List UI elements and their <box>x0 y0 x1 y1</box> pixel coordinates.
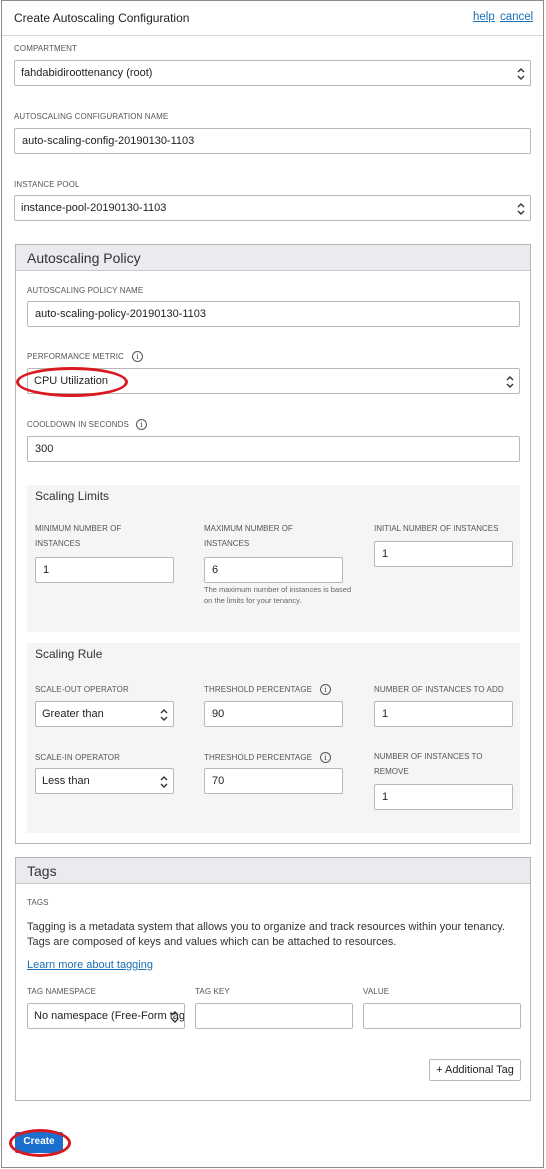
additional-tag-button[interactable]: + Additional Tag <box>429 1059 521 1081</box>
initial-instances-input[interactable]: 1 <box>374 541 513 567</box>
min-instances-label: MINIMUM NUMBER OF INSTANCES <box>35 524 122 548</box>
tags-panel: Tags TAGS Tagging is a metadata system t… <box>15 857 531 1101</box>
threshold-out-label: THRESHOLD PERCENTAGE <box>204 685 313 694</box>
scale-out-operator-select[interactable]: Greater than <box>35 701 174 727</box>
compartment-value: fahdabidiroottenancy (root) <box>21 67 153 79</box>
info-icon[interactable]: i <box>132 351 143 362</box>
max-instances-help: The maximum number of instances is based… <box>204 585 352 605</box>
scaling-rule-title: Scaling Rule <box>35 647 103 661</box>
dialog-title: Create Autoscaling Configuration <box>14 11 190 25</box>
performance-metric-value: CPU Utilization <box>34 375 108 387</box>
up-down-chevron-icon <box>171 1011 179 1023</box>
threshold-in-label: THRESHOLD PERCENTAGE <box>204 753 313 762</box>
policy-name-label: AUTOSCALING POLICY NAME <box>27 286 144 295</box>
policy-panel-title: Autoscaling Policy <box>27 250 141 266</box>
info-icon[interactable]: i <box>136 419 147 430</box>
cooldown-input[interactable]: 300 <box>27 436 520 462</box>
instances-to-remove-label: NUMBER OF INSTANCES TO REMOVE <box>374 752 483 776</box>
dialog: Create Autoscaling Configuration help ca… <box>1 0 544 1168</box>
tag-value-label: VALUE <box>363 987 390 996</box>
info-icon[interactable]: i <box>320 752 331 763</box>
threshold-out-input[interactable]: 90 <box>204 701 343 727</box>
scale-in-label: SCALE-IN OPERATOR <box>35 753 120 762</box>
learn-more-tagging-link[interactable]: Learn more about tagging <box>27 959 153 971</box>
scale-out-label: SCALE-OUT OPERATOR <box>35 685 129 694</box>
tag-namespace-label: TAG NAMESPACE <box>27 987 97 996</box>
tag-namespace-select[interactable]: No namespace (Free-Form tags) <box>27 1003 185 1029</box>
dialog-header: Create Autoscaling Configuration help ca… <box>2 1 543 36</box>
instances-to-add-label: NUMBER OF INSTANCES TO ADD <box>374 685 504 694</box>
instance-pool-select[interactable]: instance-pool-20190130-1103 <box>14 195 531 221</box>
instances-to-remove-input[interactable]: 1 <box>374 784 513 810</box>
scale-in-value: Less than <box>42 775 90 787</box>
compartment-label: COMPARTMENT <box>14 44 78 53</box>
policy-panel-header: Autoscaling Policy <box>16 245 530 271</box>
tags-panel-header: Tags <box>16 858 530 884</box>
instance-pool-value: instance-pool-20190130-1103 <box>21 202 167 214</box>
tag-value-input[interactable] <box>363 1003 521 1029</box>
config-name-input[interactable]: auto-scaling-config-20190130-1103 <box>14 128 531 154</box>
tags-description: Tagging is a metadata system that allows… <box>27 921 505 948</box>
up-down-chevron-icon <box>160 709 168 721</box>
info-icon[interactable]: i <box>320 684 331 695</box>
autoscaling-policy-panel: Autoscaling Policy AUTOSCALING POLICY NA… <box>15 244 531 844</box>
scaling-limits-title: Scaling Limits <box>35 489 110 503</box>
max-instances-input[interactable]: 6 <box>204 557 343 583</box>
cancel-link[interactable]: cancel <box>500 11 533 23</box>
cooldown-label: COOLDOWN IN SECONDS <box>27 420 129 429</box>
max-instances-label: MAXIMUM NUMBER OF INSTANCES <box>204 524 293 548</box>
up-down-chevron-icon <box>517 203 525 215</box>
policy-name-input[interactable]: auto-scaling-policy-20190130-1103 <box>27 301 520 327</box>
initial-instances-label: INITIAL NUMBER OF INSTANCES <box>374 524 499 533</box>
scaling-limits-section: Scaling Limits MINIMUM NUMBER OF INSTANC… <box>27 485 520 632</box>
tag-key-input[interactable] <box>195 1003 353 1029</box>
scaling-rule-section: Scaling Rule SCALE-OUT OPERATOR Greater … <box>27 643 520 833</box>
config-name-label: AUTOSCALING CONFIGURATION NAME <box>14 112 169 121</box>
scale-out-value: Greater than <box>42 708 104 720</box>
up-down-chevron-icon <box>517 68 525 80</box>
create-button[interactable]: Create <box>15 1132 63 1153</box>
tags-label: TAGS <box>27 898 49 907</box>
help-link[interactable]: help <box>473 11 495 23</box>
min-instances-input[interactable]: 1 <box>35 557 174 583</box>
threshold-in-input[interactable]: 70 <box>204 768 343 794</box>
scale-in-operator-select[interactable]: Less than <box>35 768 174 794</box>
performance-metric-select[interactable]: CPU Utilization <box>27 368 520 394</box>
up-down-chevron-icon <box>160 776 168 788</box>
compartment-select[interactable]: fahdabidiroottenancy (root) <box>14 60 531 86</box>
tag-namespace-value: No namespace (Free-Form tags) <box>34 1010 185 1022</box>
tag-key-label: TAG KEY <box>195 987 230 996</box>
instances-to-add-input[interactable]: 1 <box>374 701 513 727</box>
performance-metric-label: PERFORMANCE METRIC <box>27 352 124 361</box>
tags-panel-title: Tags <box>27 863 57 879</box>
up-down-chevron-icon <box>506 376 514 388</box>
instance-pool-label: INSTANCE POOL <box>14 180 80 189</box>
